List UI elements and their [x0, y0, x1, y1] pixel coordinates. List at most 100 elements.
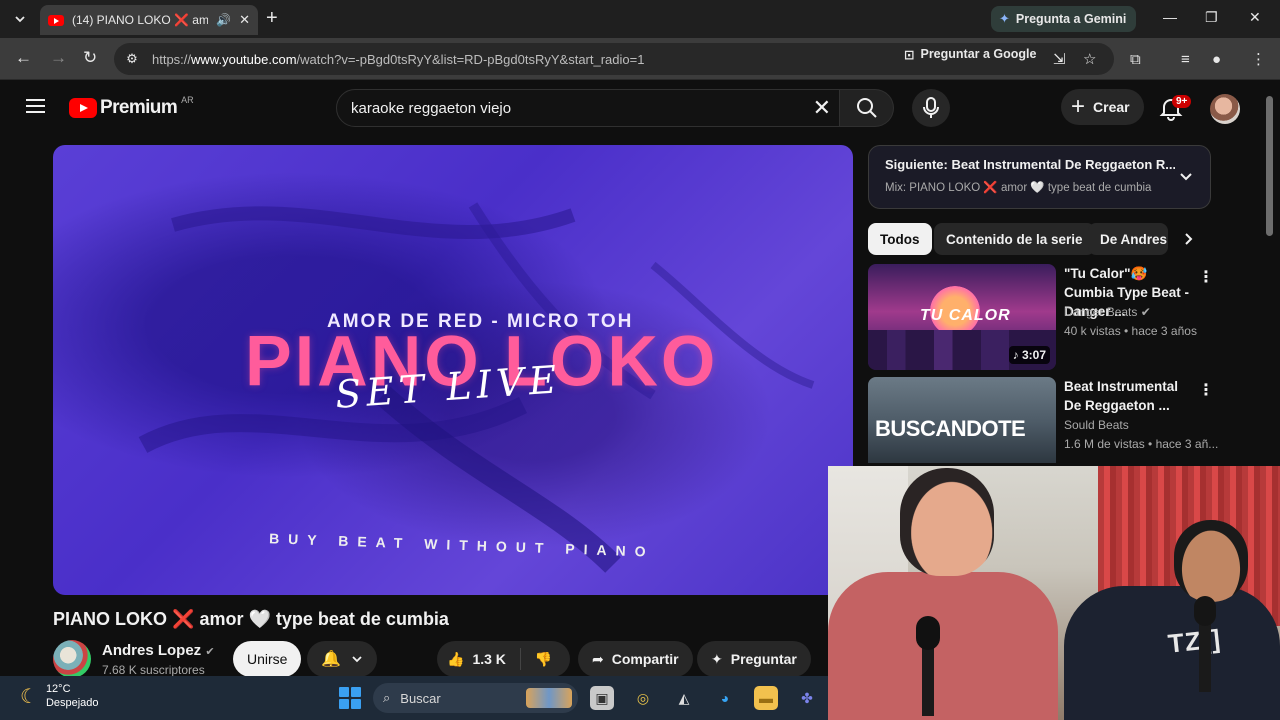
tab-title: (14) PIANO LOKO ❌ amor	[72, 13, 209, 27]
search-highlight-image	[526, 688, 572, 708]
thumbs-up-icon: 👍	[447, 650, 465, 667]
maximize-button[interactable]: ❐	[1205, 9, 1218, 26]
verified-icon: ✔	[205, 646, 215, 658]
related-thumbnail[interactable]: TU CALOR ♪ 3:07	[868, 264, 1056, 370]
ask-label: Preguntar	[730, 651, 797, 667]
video-duration: ♪ 3:07	[1008, 346, 1050, 364]
browser-tab-strip: (14) PIANO LOKO ❌ amor 🔊 ✕ + ✦ Pregunta …	[0, 0, 1280, 38]
ask-google-button[interactable]: ⊡ Preguntar a Google	[896, 42, 1044, 66]
more-options-icon[interactable]: ⋮	[1198, 267, 1214, 287]
close-tab-icon[interactable]: ✕	[239, 12, 250, 28]
webcam-overlay: TZ[]	[828, 466, 1280, 720]
voice-search-button[interactable]	[912, 89, 950, 127]
youtube-favicon-icon	[48, 14, 64, 26]
up-next-panel[interactable]: Siguiente: Beat Instrumental De Reggaeto…	[868, 145, 1211, 209]
up-next-mix: Mix: PIANO LOKO ❌ amor 🤍 type beat de cu…	[885, 182, 1152, 194]
search-button[interactable]	[840, 89, 894, 127]
weather-widget[interactable]: ☾ 12°C Despejado	[20, 683, 99, 709]
logo-word: Premium	[100, 97, 178, 118]
back-button[interactable]: ←	[15, 49, 32, 67]
create-label: Crear	[1093, 99, 1130, 115]
edge-icon[interactable]: ◕	[713, 686, 737, 710]
chevron-right-icon[interactable]	[1180, 231, 1196, 247]
search-query: karaoke reggaeton viejo	[351, 99, 512, 117]
search-input[interactable]: karaoke reggaeton viejo ✕	[336, 89, 840, 127]
clear-search-icon[interactable]: ✕	[813, 96, 831, 120]
related-channel[interactable]: Danger Beats ✔	[1064, 305, 1151, 319]
thumbnail-text: TU CALOR	[920, 307, 1011, 324]
gemini-button[interactable]: ✦ Pregunta a Gemini	[991, 6, 1137, 32]
account-avatar[interactable]	[1210, 94, 1240, 124]
join-button[interactable]: Unirse	[233, 641, 302, 677]
up-next-title: Siguiente: Beat Instrumental De Reggaeto…	[885, 157, 1175, 172]
minimize-button[interactable]: —	[1163, 9, 1177, 25]
browser-toolbar: ← → ↻ ⚙ https://www.youtube.com/watch?v=…	[0, 38, 1280, 80]
thumbs-down-icon[interactable]: 👎	[535, 651, 552, 668]
media-control-icon[interactable]: ≡	[1181, 52, 1190, 67]
task-view-icon[interactable]: ▣	[590, 686, 614, 710]
chevron-down-icon	[352, 656, 362, 663]
share-button[interactable]: ➦ Compartir	[578, 641, 693, 677]
channel-name[interactable]: Andres Lopez ✔	[102, 642, 215, 659]
like-button[interactable]: 👍 1.3 K	[447, 651, 506, 668]
person-left-body	[828, 572, 1058, 720]
chip-todos[interactable]: Todos	[868, 223, 932, 255]
gemini-label: Pregunta a Gemini	[1015, 12, 1127, 26]
site-info-icon[interactable]: ⚙	[120, 47, 144, 71]
extensions-icon[interactable]: ⧉	[1130, 52, 1141, 67]
speaker-icon[interactable]: 🔊	[216, 13, 231, 27]
youtube-play-icon	[69, 98, 97, 118]
related-meta: 40 k vistas • hace 3 años	[1064, 324, 1197, 338]
windows-taskbar: ☾ 12°C Despejado ⌕ Buscar ▣ ◎ ◭ ◕ ▬ ✤	[0, 676, 828, 720]
chip-from-channel[interactable]: De Andres	[1088, 223, 1168, 255]
teams-icon[interactable]: ✤	[795, 686, 819, 710]
related-thumbnail[interactable]: BUSCANDOTE	[868, 377, 1056, 463]
file-explorer-icon[interactable]: ▬	[754, 686, 778, 710]
related-channel[interactable]: Sould Beats	[1064, 418, 1129, 432]
related-meta: 1.6 M de vistas • hace 3 añ...	[1064, 437, 1219, 451]
bookmark-star-icon[interactable]: ☆	[1083, 52, 1096, 67]
taskbar-search-label: Buscar	[400, 690, 441, 706]
chrome-icon[interactable]: ◎	[631, 686, 655, 710]
mic-stand-left	[922, 646, 934, 716]
youtube-premium-logo[interactable]: Premium AR	[69, 95, 194, 119]
windows-start-icon[interactable]	[339, 687, 361, 709]
like-dislike-group: 👍 1.3 K 👎	[437, 641, 570, 677]
sparkle-icon: ✦	[711, 650, 723, 667]
create-button[interactable]: + Crear	[1061, 89, 1144, 125]
subscriber-count: 7.68 K suscriptores	[102, 663, 205, 677]
music-note-icon: ♪	[1012, 348, 1019, 362]
bell-icon: 🔔	[321, 651, 341, 668]
install-app-icon[interactable]: ⇲	[1053, 52, 1066, 67]
hamburger-menu-icon[interactable]	[26, 99, 45, 113]
weather-condition: Despejado	[45, 697, 99, 709]
reload-button[interactable]: ↻	[83, 49, 97, 67]
browser-menu-icon[interactable]: ⋮	[1251, 52, 1266, 67]
microphone-right	[1194, 596, 1216, 626]
video-player[interactable]: AMOR DE RED - MICRO TOH PIANO LOKO SET L…	[53, 145, 853, 595]
microphone-icon	[923, 97, 939, 118]
chip-series-content[interactable]: Contenido de la serie	[934, 223, 1095, 255]
share-arrow-icon: ➦	[592, 650, 604, 667]
tab-search-button[interactable]	[8, 7, 32, 31]
related-video-title[interactable]: Beat Instrumental De Reggaeton ...	[1064, 377, 1194, 415]
new-tab-button[interactable]: +	[266, 8, 278, 28]
active-tab[interactable]: (14) PIANO LOKO ❌ amor 🔊 ✕	[40, 5, 258, 35]
channel-avatar[interactable]	[53, 640, 91, 678]
forward-button[interactable]: →	[50, 49, 67, 67]
gemini-sparkle-icon: ✦	[999, 11, 1010, 26]
country-code: AR	[181, 95, 194, 105]
camera-app-icon[interactable]: ◭	[672, 686, 696, 710]
verified-icon: ✔	[1140, 305, 1151, 319]
chevron-down-icon[interactable]	[1178, 168, 1194, 184]
profile-icon[interactable]: ●	[1212, 52, 1221, 67]
taskbar-search[interactable]: ⌕ Buscar	[373, 683, 578, 713]
close-window-button[interactable]: ✕	[1249, 9, 1261, 26]
page-scrollbar[interactable]	[1266, 96, 1273, 236]
plus-icon: +	[1071, 93, 1086, 120]
video-title: PIANO LOKO ❌ amor 🤍 type beat de cumbia	[53, 609, 449, 629]
shirt-print: TZ[]	[1166, 623, 1223, 659]
subscription-bell-button[interactable]: 🔔	[307, 641, 377, 677]
more-options-icon[interactable]: ⋮	[1198, 380, 1214, 400]
ask-button[interactable]: ✦ Preguntar	[697, 641, 811, 677]
